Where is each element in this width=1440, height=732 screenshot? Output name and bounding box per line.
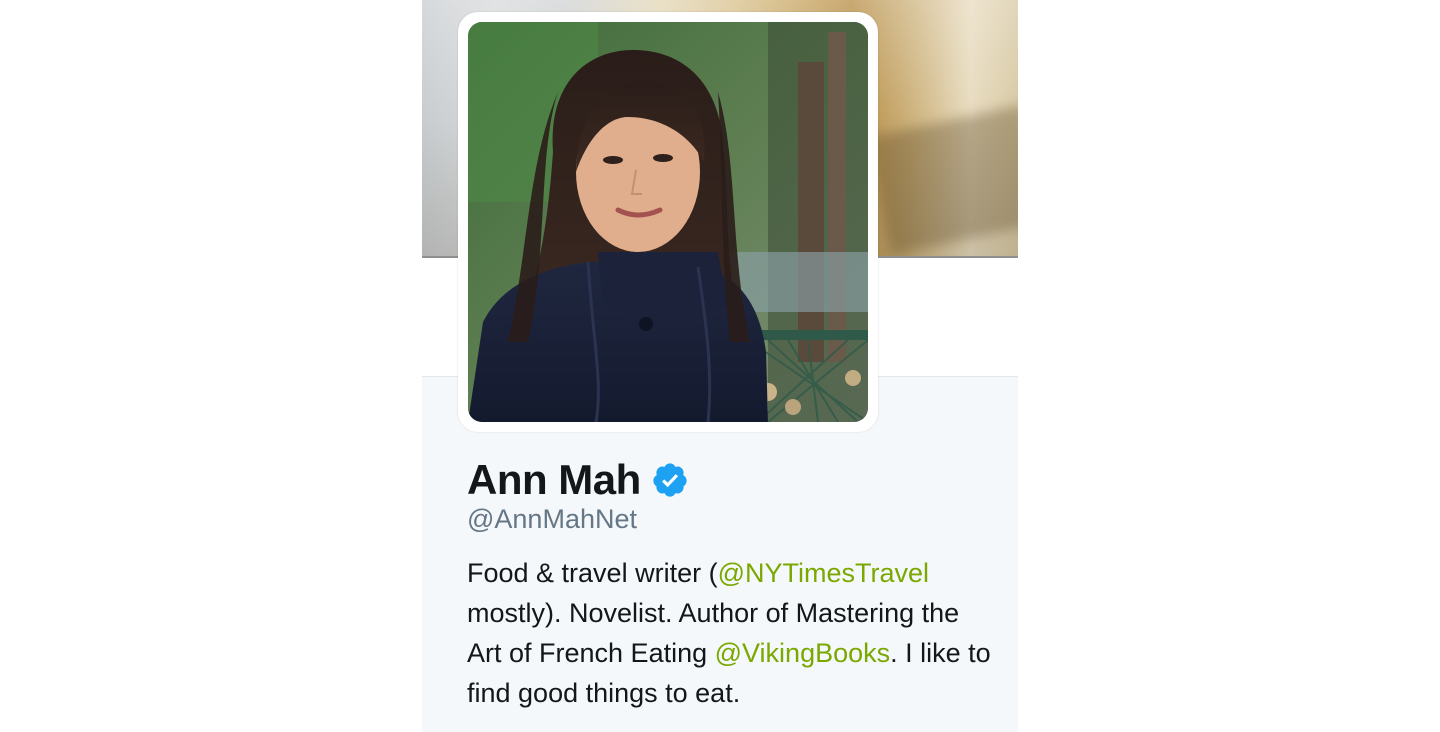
mention-link-vikingbooks[interactable]: @VikingBooks	[715, 638, 891, 668]
profile-name[interactable]: Ann Mah	[467, 458, 641, 502]
avatar-frame[interactable]	[458, 12, 878, 432]
avatar[interactable]	[468, 22, 868, 422]
profile-name-row: Ann Mah	[467, 458, 689, 502]
profile-handle[interactable]: @AnnMahNet	[467, 503, 637, 535]
bio-text-1: Food & travel writer (	[467, 558, 718, 588]
mention-link-nytimestravel[interactable]: @NYTimesTravel	[718, 558, 929, 588]
verified-badge-shape	[653, 463, 687, 497]
profile-bio: Food & travel writer (@NYTimesTravel mos…	[467, 553, 997, 713]
avatar-photo-icon	[468, 22, 868, 422]
verified-badge-icon[interactable]	[651, 461, 689, 499]
profile-page: Ann Mah @AnnMahNet Food & travel writer …	[0, 0, 1440, 732]
